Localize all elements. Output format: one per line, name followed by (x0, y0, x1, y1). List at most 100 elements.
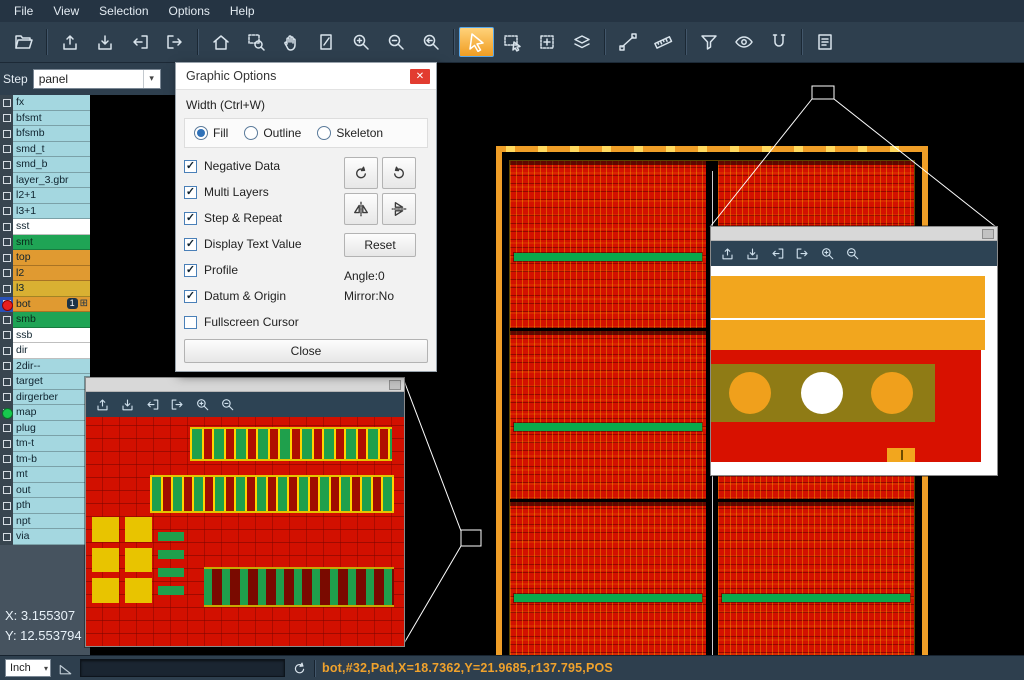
open-folder-button[interactable] (6, 27, 41, 57)
home-view-button[interactable] (203, 27, 238, 57)
layer-label-cell[interactable]: 2dir-- (13, 359, 90, 375)
layer-visibility-checkbox[interactable] (0, 421, 13, 437)
layer-visibility-checkbox[interactable] (0, 405, 13, 421)
layer-visibility-checkbox[interactable] (0, 235, 13, 251)
layer-visibility-checkbox[interactable] (0, 436, 13, 452)
layer-stack-button[interactable] (564, 27, 599, 57)
import-down-button[interactable] (87, 27, 122, 57)
refresh-icon[interactable] (292, 661, 307, 676)
dialog-checkbox[interactable]: Fullscreen Cursor (184, 313, 344, 331)
layer-visibility-checkbox[interactable] (0, 219, 13, 235)
layer-visibility-checkbox[interactable] (0, 157, 13, 173)
pcb-module[interactable] (510, 331, 706, 498)
zoom-window-button[interactable] (238, 27, 273, 57)
layer-label-cell[interactable]: map (13, 405, 90, 421)
layer-label-cell[interactable]: ssb (13, 328, 90, 344)
radio-option[interactable]: Skeleton (317, 126, 383, 140)
chevron-down-icon[interactable]: ▾ (143, 70, 160, 88)
layer-label-cell[interactable]: dir (13, 343, 90, 359)
layer-visibility-checkbox[interactable] (0, 111, 13, 127)
filter-button[interactable] (691, 27, 726, 57)
layer-row[interactable]: sst (0, 219, 90, 235)
close-icon[interactable]: ✕ (410, 69, 430, 84)
report-button[interactable] (807, 27, 842, 57)
layer-row[interactable]: tm-t (0, 436, 90, 452)
step-combobox[interactable]: panel ▾ (33, 69, 161, 89)
layer-row[interactable]: l3 (0, 281, 90, 297)
window-button[interactable] (389, 380, 401, 390)
layer-visibility-checkbox[interactable] (0, 390, 13, 406)
zoom-out-icon[interactable] (220, 397, 235, 412)
radio-option[interactable]: Fill (194, 126, 228, 140)
dialog-checkbox[interactable]: ✓ Step & Repeat (184, 209, 344, 227)
menu-item[interactable]: Selection (89, 0, 158, 22)
zoom-out-icon[interactable] (845, 246, 860, 261)
layer-visibility-checkbox[interactable] (0, 529, 13, 545)
layer-row[interactable]: plug (0, 421, 90, 437)
layer-label-cell[interactable]: mt (13, 467, 90, 483)
layer-row[interactable]: l2+1 (0, 188, 90, 204)
layer-visibility-checkbox[interactable] (0, 452, 13, 468)
layer-row[interactable]: bot 1 ⊞ (0, 297, 90, 313)
layer-row[interactable]: ssb (0, 328, 90, 344)
window-button[interactable] (982, 229, 994, 239)
layer-visibility-checkbox[interactable] (0, 142, 13, 158)
pan-right-icon[interactable] (795, 246, 810, 261)
rotate-cw-button[interactable] (344, 157, 378, 189)
transform-button[interactable] (529, 27, 564, 57)
pan-down-icon[interactable] (120, 397, 135, 412)
layer-label-cell[interactable]: via (13, 529, 90, 545)
layer-label-cell[interactable]: smd_b (13, 157, 90, 173)
layer-row[interactable]: 2dir-- (0, 359, 90, 375)
ruler-button[interactable] (645, 27, 680, 57)
pcb-module[interactable] (510, 161, 706, 328)
layer-label-cell[interactable]: dirgerber (13, 390, 90, 406)
snap-net-button[interactable] (761, 27, 796, 57)
menu-item[interactable]: View (43, 0, 89, 22)
layer-visibility-checkbox[interactable] (0, 328, 13, 344)
zoom-in-button[interactable] (343, 27, 378, 57)
layer-visibility-checkbox[interactable] (0, 359, 13, 375)
layer-visibility-checkbox[interactable] (0, 343, 13, 359)
layer-visibility-checkbox[interactable] (0, 173, 13, 189)
layer-label-cell[interactable]: out (13, 483, 90, 499)
layer-visibility-checkbox[interactable] (0, 281, 13, 297)
pan-left-icon[interactable] (145, 397, 160, 412)
layer-row[interactable]: top (0, 250, 90, 266)
layer-label-cell[interactable]: l2+1 (13, 188, 90, 204)
layer-visibility-checkbox[interactable] (0, 95, 13, 111)
zoom-out-button[interactable] (378, 27, 413, 57)
layer-visibility-checkbox[interactable] (0, 266, 13, 282)
layer-label-cell[interactable]: bot 1 ⊞ (13, 297, 90, 313)
magnifier-window-1[interactable] (85, 377, 405, 647)
layer-label-cell[interactable]: l2 (13, 266, 90, 282)
layer-label-cell[interactable]: l3 (13, 281, 90, 297)
layer-row[interactable]: pth (0, 498, 90, 514)
pcb-module[interactable] (718, 502, 914, 669)
layer-label-cell[interactable]: pth (13, 498, 90, 514)
layer-visibility-checkbox[interactable] (0, 126, 13, 142)
clip-select-button[interactable] (308, 27, 343, 57)
layer-row[interactable]: bfsmt (0, 111, 90, 127)
layer-visibility-checkbox[interactable] (0, 312, 13, 328)
layer-row[interactable]: dir (0, 343, 90, 359)
layer-label-cell[interactable]: smt (13, 235, 90, 251)
pan-up-icon[interactable] (720, 246, 735, 261)
select-cursor-button[interactable] (459, 27, 494, 57)
layer-row[interactable]: target (0, 374, 90, 390)
layer-visibility-checkbox[interactable] (0, 483, 13, 499)
layer-label-cell[interactable]: tm-t (13, 436, 90, 452)
layer-visibility-checkbox[interactable] (0, 374, 13, 390)
dialog-checkbox[interactable]: ✓ Display Text Value (184, 235, 344, 253)
layer-row[interactable]: smt (0, 235, 90, 251)
layer-label-cell[interactable]: bfsmt (13, 111, 90, 127)
export-right-button[interactable] (157, 27, 192, 57)
pan-hand-button[interactable] (273, 27, 308, 57)
layer-label-cell[interactable]: fx (13, 95, 90, 111)
reset-button[interactable]: Reset (344, 233, 416, 257)
highlight-eye-button[interactable] (726, 27, 761, 57)
zoom-previous-button[interactable] (413, 27, 448, 57)
layer-label-cell[interactable]: npt (13, 514, 90, 530)
layer-row[interactable]: map (0, 405, 90, 421)
layer-label-cell[interactable]: smb (13, 312, 90, 328)
